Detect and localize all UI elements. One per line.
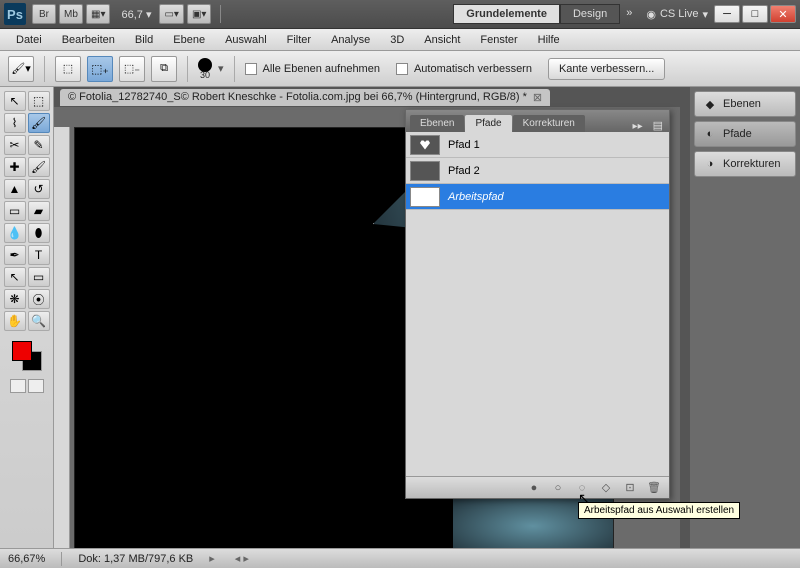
move-tool[interactable]: ↖ xyxy=(4,91,26,111)
panel-menu-button[interactable]: ▤ xyxy=(647,119,669,132)
edit-mode-quickmask[interactable] xyxy=(28,379,44,393)
menu-analyse[interactable]: Analyse xyxy=(321,31,380,49)
minibridge-button[interactable]: Mb xyxy=(59,4,83,24)
panel-dock-collapsed[interactable] xyxy=(680,87,690,548)
delete-path-button[interactable]: 🗑 xyxy=(647,481,661,495)
cslive-icon: ◉ xyxy=(646,8,656,21)
paths-panel: Ebenen Pfade Korrekturen ▸▸ ▤ Pfad 1 Pfa… xyxy=(405,109,670,499)
panel-tab-korrekturen[interactable]: Korrekturen xyxy=(513,115,585,132)
dodge-tool[interactable]: ⬮ xyxy=(28,223,50,243)
brush-tool[interactable]: 🖌 xyxy=(28,157,50,177)
workspace-tab-design[interactable]: Design xyxy=(560,4,620,24)
selection-add-button[interactable]: ⬚₊ xyxy=(87,56,113,82)
menu-fenster[interactable]: Fenster xyxy=(470,31,527,49)
ruler-vertical xyxy=(54,127,70,548)
brush-preset[interactable]: 30 xyxy=(198,58,212,80)
menu-auswahl[interactable]: Auswahl xyxy=(215,31,277,49)
close-button[interactable]: ✕ xyxy=(770,5,796,23)
view-extras-button[interactable]: ▦▾ xyxy=(86,4,110,24)
layers-icon: ◆ xyxy=(703,97,717,111)
path-item[interactable]: Pfad 1 xyxy=(406,132,669,158)
auto-enhance-label: Automatisch verbessern xyxy=(414,63,532,75)
path-thumb xyxy=(410,135,440,155)
blur-tool[interactable]: 💧 xyxy=(4,223,26,243)
stroke-path-button[interactable]: ○ xyxy=(551,481,565,495)
cslive-button[interactable]: ◉ CS Live ▾ xyxy=(646,8,708,21)
panel-tab-pfade[interactable]: Pfade xyxy=(465,115,511,132)
screen-mode-button[interactable]: ▣▾ xyxy=(187,4,211,24)
panel-button-ebenen[interactable]: ◆ Ebenen xyxy=(694,91,796,117)
menu-ansicht[interactable]: Ansicht xyxy=(414,31,470,49)
fill-path-button[interactable]: ● xyxy=(527,481,541,495)
panel-button-pfade[interactable]: ◐ Pfade xyxy=(694,121,796,147)
toolbox: ↖⬚ ⌇🖌 ✂✎ ✚🖌 ▲↺ ▭▰ 💧⬮ ✒T ↖▭ ❋⦿ ✋🔍 xyxy=(0,87,54,548)
menu-datei[interactable]: Datei xyxy=(6,31,52,49)
arrange-button[interactable]: ▭▾ xyxy=(159,4,183,24)
minimize-button[interactable]: ─ xyxy=(714,5,740,23)
workspace-more-button[interactable]: » xyxy=(620,4,638,24)
refine-edge-button[interactable]: Kante verbessern... xyxy=(548,58,665,80)
eyedropper-tool[interactable]: ✎ xyxy=(28,135,50,155)
selection-to-path-button[interactable]: ◇ xyxy=(599,481,613,495)
zoom-value[interactable]: 66,7 xyxy=(121,9,142,21)
adjustments-icon: ◑ xyxy=(703,157,717,171)
menu-hilfe[interactable]: Hilfe xyxy=(528,31,570,49)
crop-tool[interactable]: ✂ xyxy=(4,135,26,155)
type-tool[interactable]: T xyxy=(28,245,50,265)
sample-all-layers-label: Alle Ebenen aufnehmen xyxy=(263,63,380,75)
selection-intersect-button[interactable]: ⧉ xyxy=(151,56,177,82)
app-logo: Ps xyxy=(4,3,26,25)
foreground-color[interactable] xyxy=(12,341,32,361)
menu-3d[interactable]: 3D xyxy=(380,31,414,49)
bridge-button[interactable]: Br xyxy=(32,4,56,24)
healing-tool[interactable]: ✚ xyxy=(4,157,26,177)
color-swatches[interactable] xyxy=(12,341,42,371)
sample-all-layers-checkbox[interactable] xyxy=(245,63,257,75)
3d-tool[interactable]: ❋ xyxy=(4,289,26,309)
cursor-icon: ↖ xyxy=(578,490,590,507)
zoom-tool[interactable]: 🔍 xyxy=(28,311,50,331)
quick-select-tool[interactable]: 🖌 xyxy=(28,113,50,133)
path-item[interactable]: Pfad 2 xyxy=(406,158,669,184)
panel-collapse-button[interactable]: ▸▸ xyxy=(629,121,647,132)
menu-ebene[interactable]: Ebene xyxy=(163,31,215,49)
selection-subtract-button[interactable]: ⬚₋ xyxy=(119,56,145,82)
history-brush-tool[interactable]: ↺ xyxy=(28,179,50,199)
document-tab[interactable]: © Fotolia_12782740_S© Robert Kneschke - … xyxy=(60,89,550,106)
3d-camera-tool[interactable]: ⦿ xyxy=(28,289,50,309)
workspace-tab-grundelemente[interactable]: Grundelemente xyxy=(453,4,560,24)
hand-tool[interactable]: ✋ xyxy=(4,311,26,331)
tool-preset-button[interactable]: 🖌▾ xyxy=(8,56,34,82)
path-item-selected[interactable]: Arbeitspfad xyxy=(406,184,669,210)
menu-filter[interactable]: Filter xyxy=(277,31,321,49)
status-doc-info[interactable]: Dok: 1,37 MB/797,6 KB xyxy=(78,553,193,565)
shape-tool[interactable]: ▭ xyxy=(28,267,50,287)
gradient-tool[interactable]: ▰ xyxy=(28,201,50,221)
maximize-button[interactable]: □ xyxy=(742,5,768,23)
close-tab-icon[interactable]: ⊠ xyxy=(533,91,542,104)
panel-button-korrekturen[interactable]: ◑ Korrekturen xyxy=(694,151,796,177)
edit-mode-standard[interactable] xyxy=(10,379,26,393)
tooltip: Arbeitspfad aus Auswahl erstellen xyxy=(578,502,740,519)
marquee-tool[interactable]: ⬚ xyxy=(28,91,50,111)
menu-bearbeiten[interactable]: Bearbeiten xyxy=(52,31,125,49)
auto-enhance-checkbox[interactable] xyxy=(396,63,408,75)
eraser-tool[interactable]: ▭ xyxy=(4,201,26,221)
menu-bild[interactable]: Bild xyxy=(125,31,163,49)
status-zoom[interactable]: 66,67% xyxy=(8,553,45,565)
panel-tab-ebenen[interactable]: Ebenen xyxy=(410,115,464,132)
stamp-tool[interactable]: ▲ xyxy=(4,179,26,199)
path-thumb xyxy=(410,187,440,207)
path-thumb xyxy=(410,161,440,181)
lasso-tool[interactable]: ⌇ xyxy=(4,113,26,133)
pen-tool[interactable]: ✒ xyxy=(4,245,26,265)
new-path-button[interactable]: ⊡ xyxy=(623,481,637,495)
paths-icon: ◐ xyxy=(703,127,717,141)
selection-new-button[interactable]: ⬚ xyxy=(55,56,81,82)
path-select-tool[interactable]: ↖ xyxy=(4,267,26,287)
